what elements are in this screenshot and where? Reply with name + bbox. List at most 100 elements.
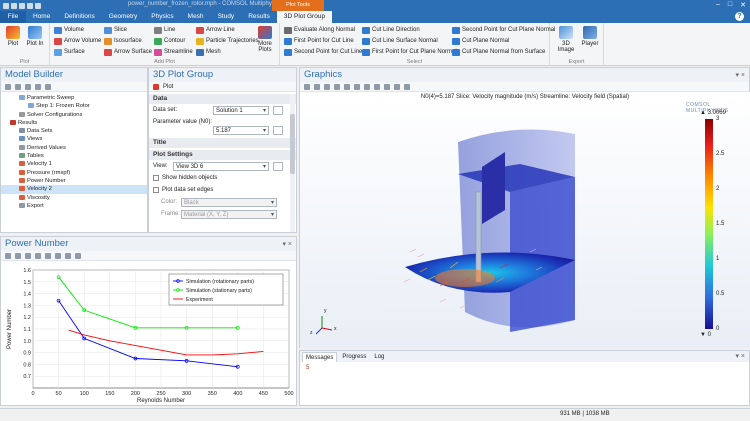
mesh-button[interactable]: Mesh xyxy=(196,47,221,57)
tab-results[interactable]: Results xyxy=(241,11,277,23)
cut-line-surface-normal-button[interactable]: Cut Line Surface Normal xyxy=(362,36,438,46)
axis-orientation-icon[interactable] xyxy=(344,83,350,90)
particle-trajectories-button[interactable]: Particle Trajectories xyxy=(196,36,259,46)
print-icon[interactable] xyxy=(65,252,71,259)
tree-item[interactable]: Velocity 2 xyxy=(1,185,147,194)
first-point-cut-plane-normal-button[interactable]: First Point for Cut Plane Normal xyxy=(362,47,457,57)
messages-close-icon[interactable]: ▾ × xyxy=(735,352,745,360)
evaluate-along-normal-button[interactable]: Evaluate Along Normal xyxy=(284,25,355,35)
data-set-select[interactable]: Solution 1 xyxy=(213,105,269,115)
tree-item[interactable]: Pressure (rmspf) xyxy=(1,169,147,177)
tab-physics[interactable]: Physics xyxy=(144,11,180,23)
plot-edges-checkbox[interactable] xyxy=(153,187,159,193)
tree-item[interactable]: Parametric Sweep xyxy=(1,94,147,102)
plot-edges-row[interactable]: Plot data set edges xyxy=(149,184,296,196)
color-select[interactable]: Black xyxy=(181,197,277,207)
cut-plane-normal-from-surface-button[interactable]: Cut Plane Normal from Surface xyxy=(452,47,545,57)
zoom-box-icon[interactable] xyxy=(324,83,330,90)
settings-plot-button[interactable]: Plot xyxy=(163,84,173,90)
plot-in-button[interactable]: Plot In xyxy=(25,23,45,47)
tree-item[interactable]: Solver Configurations xyxy=(1,111,147,119)
zoom-extents-icon[interactable] xyxy=(334,83,340,90)
camera-icon[interactable] xyxy=(404,83,410,90)
parameter-refresh-icon[interactable] xyxy=(273,125,283,135)
lock-axis-icon[interactable] xyxy=(55,252,61,259)
plot-button[interactable]: Plot xyxy=(3,23,23,47)
tree-item[interactable]: Velocity 1 xyxy=(1,160,147,168)
view-select[interactable]: View 3D 6 xyxy=(173,161,269,171)
open-icon[interactable] xyxy=(11,2,17,9)
tree-item[interactable]: Power Number xyxy=(1,177,147,185)
close-icon[interactable]: ✕ xyxy=(740,1,746,9)
zoom-in-icon[interactable] xyxy=(304,83,310,90)
tab-study[interactable]: Study xyxy=(211,11,242,23)
tab-mesh[interactable]: Mesh xyxy=(181,11,211,23)
zoom-in-icon[interactable] xyxy=(15,252,21,259)
expand-icon[interactable] xyxy=(25,83,31,90)
wireframe-icon[interactable] xyxy=(384,83,390,90)
grid-icon[interactable] xyxy=(45,252,51,259)
data-section-header[interactable]: Data xyxy=(149,94,296,104)
help-icon[interactable]: ? xyxy=(735,12,744,21)
tree-options-icon[interactable] xyxy=(45,83,51,90)
show-hidden-row[interactable]: Show hidden objects xyxy=(149,172,296,184)
graphics-close-icon[interactable]: ▾ × xyxy=(735,71,745,79)
graphics-canvas[interactable]: N0(4)=5.187 Slice: Velocity magnitude (m… xyxy=(300,92,750,348)
scene-light-icon[interactable] xyxy=(394,83,400,90)
tree-item[interactable]: Derived Values xyxy=(1,144,147,152)
zoom-extents-icon[interactable] xyxy=(35,252,41,259)
tree-item[interactable]: Export xyxy=(1,202,147,210)
line-button[interactable]: Line xyxy=(154,25,175,35)
tab-definitions[interactable]: Definitions xyxy=(57,11,101,23)
go-to-default-view-icon[interactable] xyxy=(354,83,360,90)
tab-3d-plot-group[interactable]: 3D Plot Group xyxy=(276,11,333,23)
tree-item[interactable]: Results xyxy=(1,119,147,127)
surface-button[interactable]: Surface xyxy=(54,47,85,57)
save-icon[interactable] xyxy=(19,2,25,9)
tree-item[interactable]: Viscosity xyxy=(1,194,147,202)
collapse-icon[interactable] xyxy=(35,83,41,90)
zoom-out-icon[interactable] xyxy=(314,83,320,90)
more-plots-button[interactable]: More Plots xyxy=(253,23,277,53)
tab-home[interactable]: Home xyxy=(26,11,57,23)
cut-line-direction-button[interactable]: Cut Line Direction xyxy=(362,25,420,35)
second-point-cut-plane-normal-button[interactable]: Second Point for Cut Plane Normal xyxy=(452,25,555,35)
second-point-cut-line-button[interactable]: Second Point for Cut Line xyxy=(284,47,362,57)
volume-button[interactable]: Volume xyxy=(54,25,84,35)
back-icon[interactable] xyxy=(5,83,11,90)
contour-button[interactable]: Contour xyxy=(154,36,185,46)
camera-icon[interactable] xyxy=(75,252,81,259)
show-hidden-checkbox[interactable] xyxy=(153,175,159,181)
isosurface-button[interactable]: Isosurface xyxy=(104,36,142,46)
new-icon[interactable] xyxy=(3,2,9,9)
tab-geometry[interactable]: Geometry xyxy=(102,11,145,23)
title-section-header[interactable]: Title xyxy=(149,138,296,148)
tab-file[interactable]: File xyxy=(0,11,26,23)
forward-icon[interactable] xyxy=(15,83,21,90)
zoom-out-icon[interactable] xyxy=(25,252,31,259)
player-button[interactable]: Player xyxy=(580,23,600,47)
cut-plane-normal-button[interactable]: Cut Plane Normal xyxy=(452,36,509,46)
frame-select[interactable]: Material (X, Y, Z) xyxy=(181,209,277,219)
tree-item[interactable]: Data Sets xyxy=(1,127,147,135)
tree-item[interactable]: Step 1: Frozen Rotor xyxy=(1,102,147,110)
arrow-surface-button[interactable]: Arrow Surface xyxy=(104,47,152,57)
3d-image-button[interactable]: 3D Image xyxy=(556,23,576,53)
parameter-value-select[interactable]: 5.187 xyxy=(213,125,269,135)
settings-scroll-thumb[interactable] xyxy=(290,114,295,174)
redo-icon[interactable] xyxy=(35,2,41,9)
transparency-icon[interactable] xyxy=(364,83,370,90)
tree-item[interactable]: Views xyxy=(1,135,147,143)
settings-scrollbar[interactable] xyxy=(290,94,295,232)
arrow-line-button[interactable]: Arrow Line xyxy=(196,25,235,35)
panel-pin-icon[interactable]: ▾ × xyxy=(282,240,292,248)
select-objects-icon[interactable] xyxy=(374,83,380,90)
arrow-volume-button[interactable]: Arrow Volume xyxy=(54,36,101,46)
slice-button[interactable]: Slice xyxy=(104,25,127,35)
quick-access-toolbar[interactable] xyxy=(0,2,41,9)
zoom-box-icon[interactable] xyxy=(5,252,11,259)
plot-settings-section-header[interactable]: Plot Settings xyxy=(149,150,296,160)
tab-log[interactable]: Log xyxy=(371,352,387,362)
tab-progress[interactable]: Progress xyxy=(339,352,369,362)
tab-messages[interactable]: Messages xyxy=(302,352,338,362)
